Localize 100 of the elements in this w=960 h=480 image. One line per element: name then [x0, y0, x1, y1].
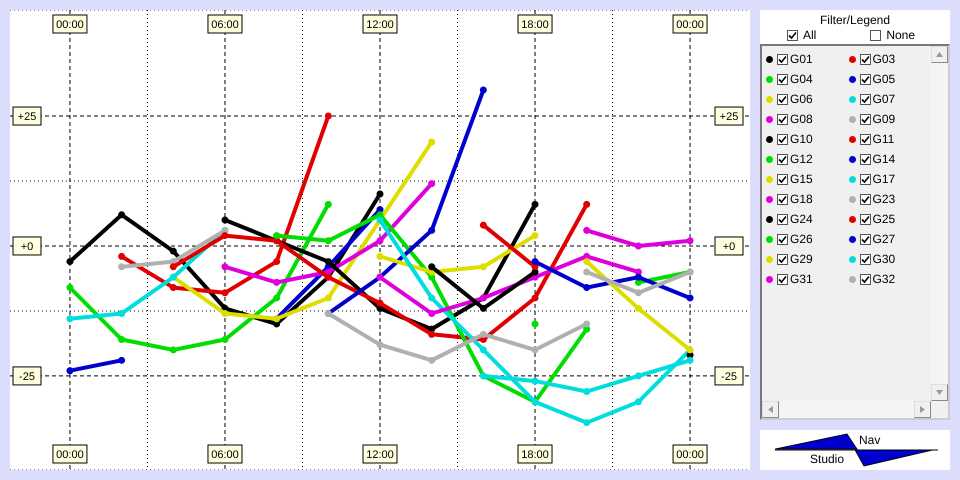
series-label[interactable]: G23: [872, 192, 896, 206]
data-point: [324, 237, 332, 244]
scroll-arrow-button[interactable]: [914, 401, 931, 418]
data-point: [376, 341, 384, 348]
series-label[interactable]: G03: [872, 52, 896, 66]
time-label: 06:00: [207, 444, 242, 464]
time-label: 00:00: [52, 14, 88, 34]
checkbox[interactable]: [860, 234, 870, 244]
y-tick-label: +0: [20, 240, 34, 253]
data-point: [428, 294, 436, 302]
data-point: [118, 263, 126, 270]
checkbox[interactable]: [860, 154, 870, 164]
data-point: [66, 367, 74, 374]
checkbox[interactable]: [777, 174, 788, 184]
data-point: [428, 180, 436, 188]
checkbox[interactable]: [777, 134, 788, 144]
data-point: [66, 284, 74, 292]
checkbox[interactable]: [777, 254, 788, 264]
vertical-scrollbar[interactable]: [931, 46, 948, 401]
checkbox[interactable]: [870, 30, 882, 40]
series-label[interactable]: G09: [872, 112, 896, 126]
checkbox[interactable]: [777, 214, 788, 224]
checkbox[interactable]: [860, 134, 870, 144]
data-point: [428, 356, 436, 364]
data-point: [480, 222, 487, 229]
series-label[interactable]: G08: [790, 112, 813, 126]
data-point: [634, 304, 642, 312]
series-label[interactable]: G17: [872, 172, 896, 186]
series-label[interactable]: G32: [872, 272, 896, 286]
data-point: [480, 346, 487, 354]
triangle-icon: [936, 51, 943, 58]
checkbox[interactable]: [777, 274, 788, 284]
time-label: 12:00: [362, 14, 398, 34]
series-label[interactable]: G04: [790, 72, 813, 86]
series-label[interactable]: G26: [790, 232, 813, 246]
checkbox[interactable]: [777, 54, 788, 64]
data-point: [118, 252, 126, 260]
data-point: [634, 242, 642, 250]
data-point: [583, 200, 590, 208]
checkbox[interactable]: [860, 74, 870, 84]
x-tick-label: 12:00: [366, 19, 394, 31]
horizontal-scrollbar[interactable]: [762, 401, 931, 418]
series-label[interactable]: G05: [872, 72, 896, 86]
time-label: 18:00: [518, 444, 553, 464]
series-label[interactable]: G10: [790, 132, 813, 146]
series-label[interactable]: G27: [872, 232, 896, 246]
series-label[interactable]: G25: [872, 212, 896, 226]
checkbox[interactable]: [860, 254, 870, 264]
series-label[interactable]: G11: [872, 132, 894, 146]
value-label: -25: [12, 366, 42, 386]
checkbox[interactable]: [777, 74, 788, 84]
checkbox[interactable]: [860, 114, 870, 124]
checkbox[interactable]: [860, 174, 870, 184]
series-label[interactable]: G18: [790, 192, 813, 206]
checkbox[interactable]: [860, 94, 870, 104]
data-point: [634, 289, 642, 296]
scroll-arrow-button[interactable]: [931, 384, 948, 401]
series-label[interactable]: G14: [872, 152, 896, 166]
checkbox[interactable]: [777, 194, 788, 204]
data-point: [170, 284, 177, 292]
checkbox[interactable]: [786, 30, 798, 40]
data-point: [428, 310, 436, 318]
time-label: 12:00: [362, 444, 398, 464]
time-label: 06:00: [207, 14, 242, 34]
series-label[interactable]: G12: [790, 152, 813, 166]
data-point: [686, 237, 694, 244]
checkbox[interactable]: [777, 234, 788, 244]
value-label: +25: [714, 106, 744, 126]
y-tick-label: -25: [19, 370, 35, 383]
data-point: [686, 294, 694, 302]
logo-text: Studio: [810, 452, 844, 466]
checkbox[interactable]: [860, 274, 870, 284]
series-label[interactable]: G07: [872, 92, 896, 106]
data-point: [118, 310, 126, 318]
scroll-arrow-button[interactable]: [762, 401, 779, 418]
data-point: [118, 211, 126, 218]
scroll-arrow-button[interactable]: [931, 46, 948, 63]
data-point: [583, 419, 590, 426]
triangle-icon: [936, 389, 943, 396]
checkbox[interactable]: [777, 94, 788, 104]
series-label[interactable]: G06: [790, 92, 813, 106]
x-tick-label: 00:00: [676, 19, 704, 31]
data-point: [221, 289, 228, 296]
series-label[interactable]: G01: [790, 52, 813, 66]
series-label[interactable]: G30: [872, 252, 896, 266]
data-point: [583, 388, 590, 396]
x-tick-label: 18:00: [521, 19, 549, 31]
series-label[interactable]: G15: [790, 172, 813, 186]
series-label[interactable]: G31: [790, 272, 813, 286]
checkbox[interactable]: [777, 114, 788, 124]
data-point: [532, 378, 539, 385]
time-label: 00:00: [672, 444, 708, 464]
checkbox[interactable]: [777, 154, 788, 164]
filter-label[interactable]: All: [802, 28, 816, 42]
checkbox[interactable]: [860, 54, 870, 64]
checkbox[interactable]: [860, 194, 870, 204]
checkbox[interactable]: [860, 214, 870, 224]
filter-label[interactable]: None: [886, 28, 915, 42]
series-label[interactable]: G24: [790, 212, 813, 226]
series-label[interactable]: G29: [790, 252, 813, 266]
